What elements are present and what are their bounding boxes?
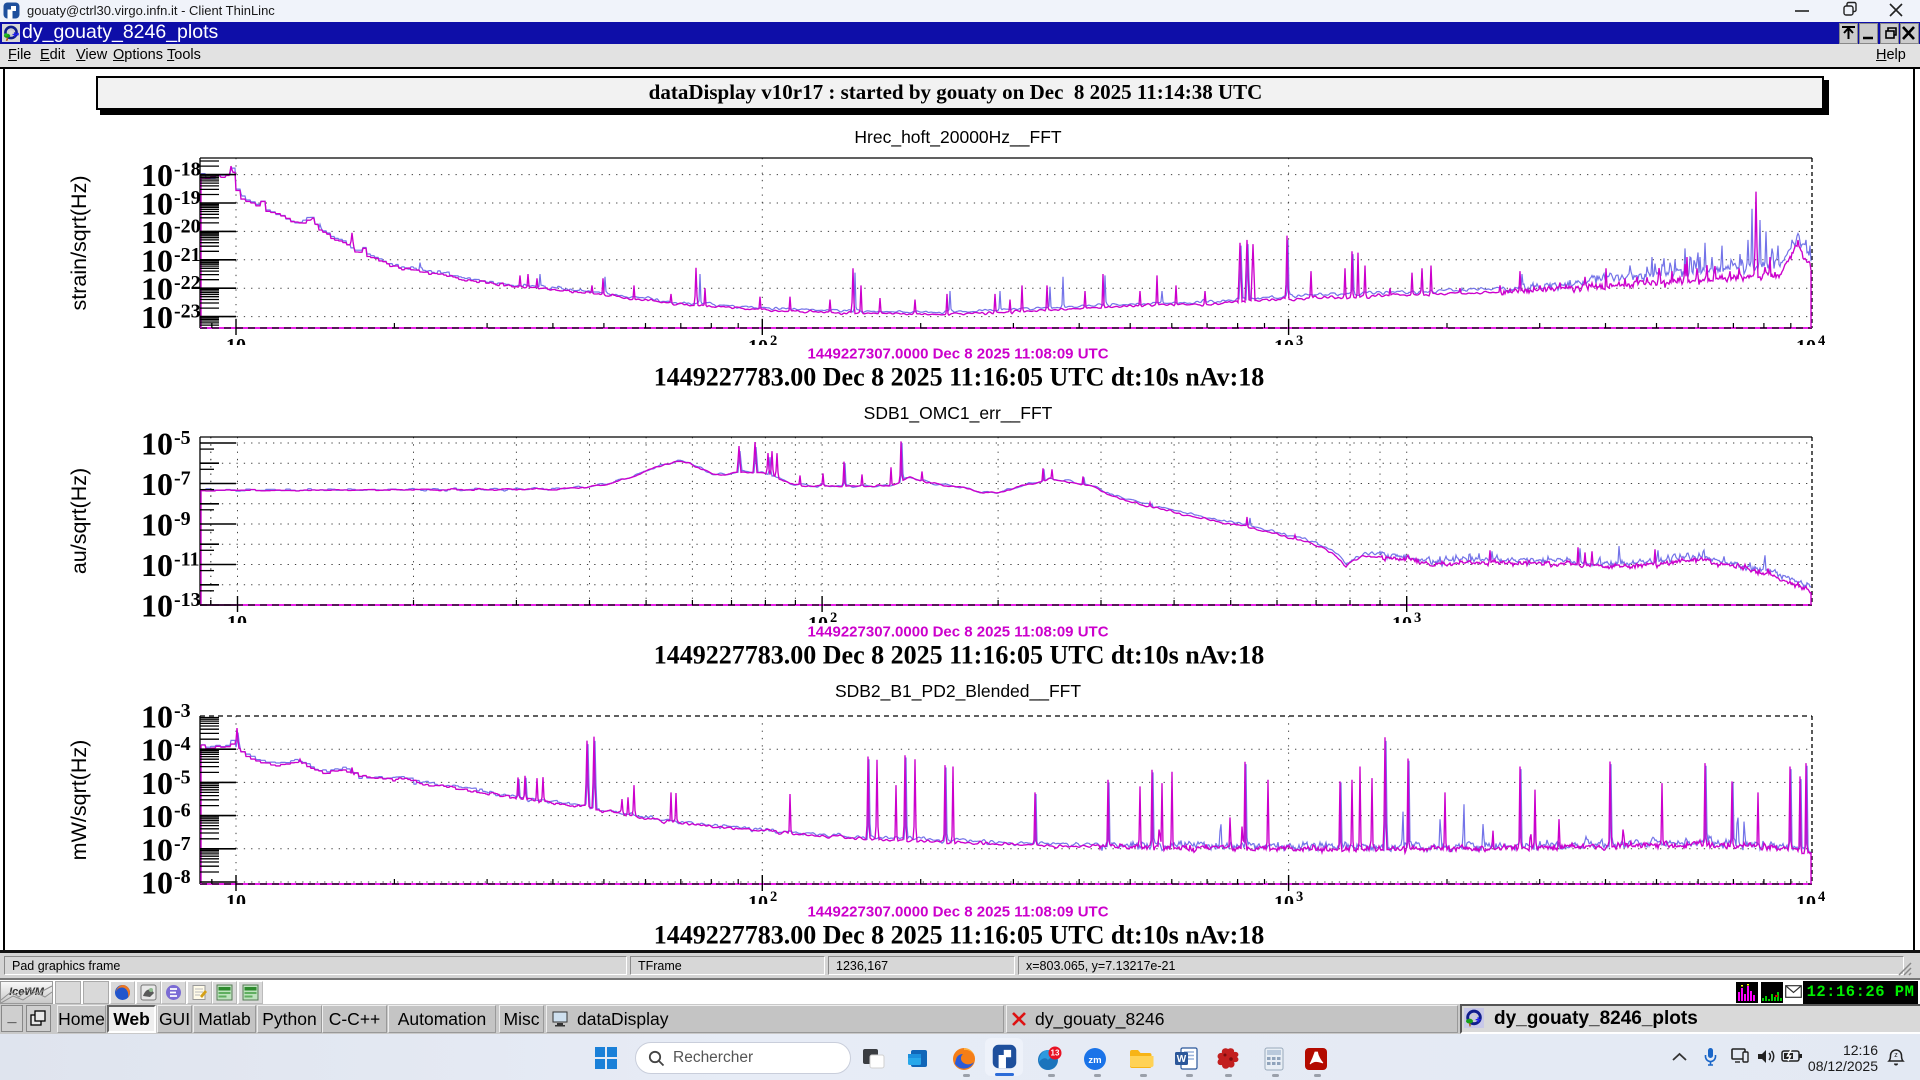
svg-text:-8: -8	[174, 866, 191, 888]
svg-text:-4: -4	[174, 733, 191, 755]
svg-text:-3: -3	[174, 700, 191, 722]
svg-text:10: 10	[141, 699, 173, 735]
svg-text:10: 10	[1796, 892, 1816, 914]
svg-text:mW/sqrt(Hz): mW/sqrt(Hz)	[67, 740, 91, 861]
svg-text:10: 10	[141, 765, 173, 801]
svg-text:-5: -5	[174, 766, 191, 788]
svg-text:z: z	[1894, 1052, 1898, 1059]
svg-text:2: 2	[770, 889, 777, 905]
svg-text:SDB2_B1_PD2_Blended__FFT: SDB2_B1_PD2_Blended__FFT	[835, 681, 1081, 702]
svg-text:13: 13	[1051, 1049, 1060, 1058]
svg-text:10: 10	[748, 892, 768, 914]
svg-text:10: 10	[141, 732, 173, 768]
svg-text:1449227783.00 Dec 8 2025 11:16: 1449227783.00 Dec 8 2025 11:16:05 UTC dt…	[654, 921, 1265, 950]
svg-text:10: 10	[141, 865, 173, 901]
svg-text:zm: zm	[1088, 1055, 1101, 1066]
svg-text:10: 10	[1274, 892, 1294, 914]
svg-text:4: 4	[1818, 889, 1825, 905]
svg-text:W: W	[1177, 1054, 1187, 1065]
svg-text:3: 3	[1296, 889, 1303, 905]
svg-text:-6: -6	[174, 800, 191, 822]
svg-text:1449227307.0000 Dec 8 2025 11:: 1449227307.0000 Dec 8 2025 11:08:09 UTC	[807, 904, 1108, 921]
svg-text:10: 10	[226, 891, 246, 913]
svg-text:10: 10	[141, 831, 173, 867]
svg-text:10: 10	[141, 798, 173, 834]
svg-text:-7: -7	[174, 833, 191, 855]
